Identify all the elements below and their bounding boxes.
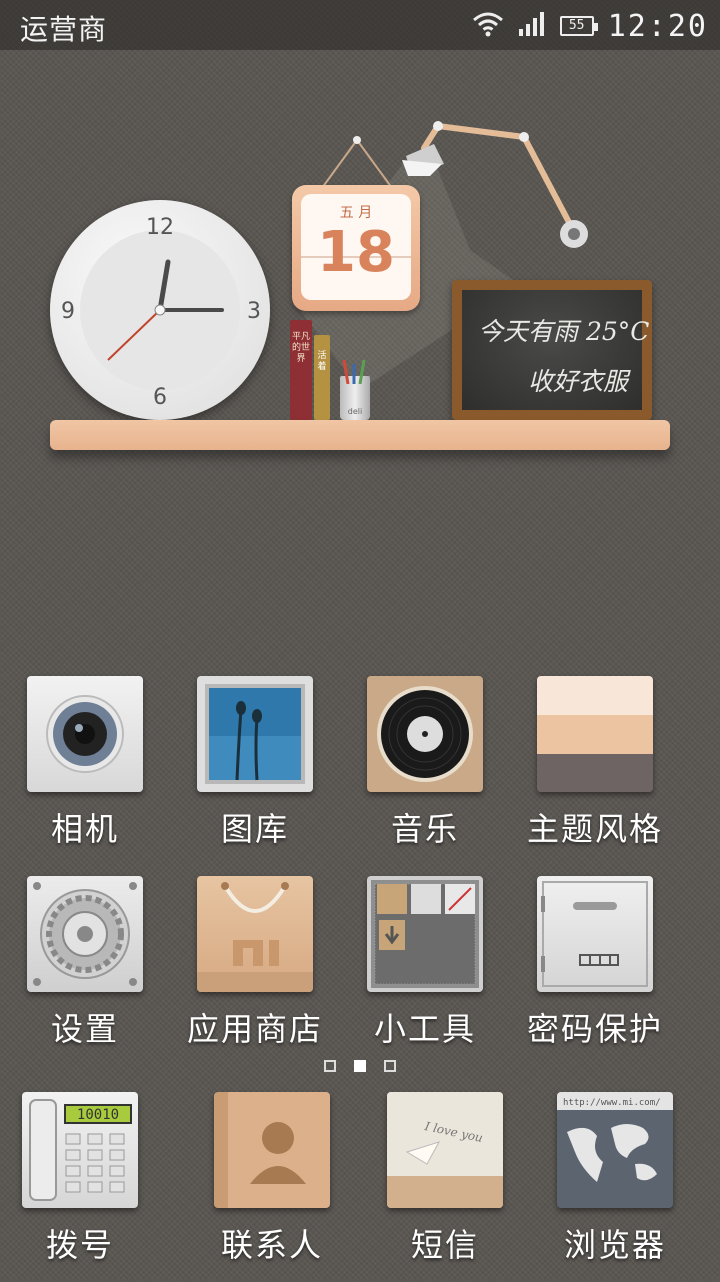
pen-cup: deli <box>340 359 370 420</box>
widgets-icon <box>367 876 483 992</box>
weather-tip: 收好衣服 <box>528 367 629 396</box>
app-label: 联系人 <box>220 1226 323 1264</box>
page-dot-3[interactable] <box>384 1060 396 1072</box>
status-bar: 运营商 55 12:20 <box>0 0 720 50</box>
app-store[interactable]: 应用商店 <box>170 876 340 1066</box>
music-icon <box>367 676 483 792</box>
book2-title: 活着 <box>317 351 327 372</box>
weather-chalkboard[interactable]: 今天有雨 25°C 收好衣服 <box>452 280 652 420</box>
dock-sms[interactable]: I love you 短信 <box>360 1092 530 1282</box>
book-huozhe: 活着 <box>314 335 330 420</box>
calendar-day: 18 <box>317 220 395 285</box>
sms-icon: I love you <box>387 1092 503 1208</box>
phone-display: 10010 <box>77 1107 119 1123</box>
browser-url: http://www.mi.com/ <box>563 1098 661 1108</box>
app-label: 应用商店 <box>186 1010 323 1048</box>
app-label: 拨号 <box>45 1226 114 1264</box>
contacts-icon <box>214 1092 330 1208</box>
dock-contacts[interactable]: 联系人 <box>187 1092 357 1282</box>
app-music[interactable]: 音乐 <box>340 676 510 866</box>
phone-icon: 10010 <box>22 1092 138 1208</box>
dock-browser[interactable]: http://www.mi.com/ 浏览器 <box>530 1092 700 1282</box>
page-dot-1[interactable] <box>324 1060 336 1072</box>
app-theme[interactable]: 主题风格 <box>510 676 680 866</box>
app-label: 小工具 <box>373 1010 476 1048</box>
book1-title: 平凡的世界 <box>291 332 310 364</box>
carrier-name: 运营商 <box>20 13 108 46</box>
app-camera[interactable]: 相机 <box>0 676 170 866</box>
gallery-icon <box>197 676 313 792</box>
signal-icon <box>518 11 546 41</box>
clock-numeral-9: 9 <box>61 299 75 324</box>
book-pingfan: 平凡的世界 <box>290 320 312 420</box>
app-label: 主题风格 <box>526 810 663 848</box>
weather-text: 今天有雨 25°C <box>478 317 650 346</box>
app-label: 图库 <box>220 810 289 848</box>
app-label: 相机 <box>50 810 119 848</box>
app-safe[interactable]: 密码保护 <box>510 876 680 1066</box>
app-label: 密码保护 <box>526 1010 663 1048</box>
battery-icon: 55 <box>559 16 598 36</box>
app-settings[interactable]: 设置 <box>0 876 170 1066</box>
clock-numeral-6: 6 <box>153 385 167 410</box>
theme-icon <box>537 676 653 792</box>
clock-numeral-3: 3 <box>247 299 261 324</box>
app-widgets[interactable]: 小工具 <box>340 876 510 1066</box>
app-gallery[interactable]: 图库 <box>170 676 340 866</box>
calendar-widget[interactable]: 五 月 18 <box>292 185 420 311</box>
app-label: 浏览器 <box>563 1226 666 1264</box>
safe-icon <box>537 876 653 992</box>
page-dot-2-active[interactable] <box>354 1060 366 1072</box>
calendar-month: 五 月 <box>339 205 373 221</box>
page-indicator <box>0 1060 720 1072</box>
app-label: 短信 <box>410 1226 479 1264</box>
shelf <box>50 420 670 450</box>
wifi-icon <box>472 11 504 41</box>
dock-phone[interactable]: 10010 拨号 <box>0 1092 165 1282</box>
store-icon <box>197 876 313 992</box>
app-label: 音乐 <box>390 810 459 848</box>
browser-icon: http://www.mi.com/ <box>557 1092 673 1208</box>
clock-numeral-12: 12 <box>146 215 174 240</box>
battery-level: 55 <box>568 18 585 33</box>
home-widget[interactable]: 12 3 6 9 五 月 18 平凡的世界 活着 deli 今天有雨 25°C … <box>0 110 720 470</box>
settings-icon <box>27 876 143 992</box>
camera-icon <box>27 676 143 792</box>
app-label: 设置 <box>50 1010 119 1048</box>
pen-cup-brand: deli <box>347 407 363 416</box>
status-time: 12:20 <box>607 8 708 44</box>
analog-clock[interactable]: 12 3 6 9 <box>50 200 270 420</box>
